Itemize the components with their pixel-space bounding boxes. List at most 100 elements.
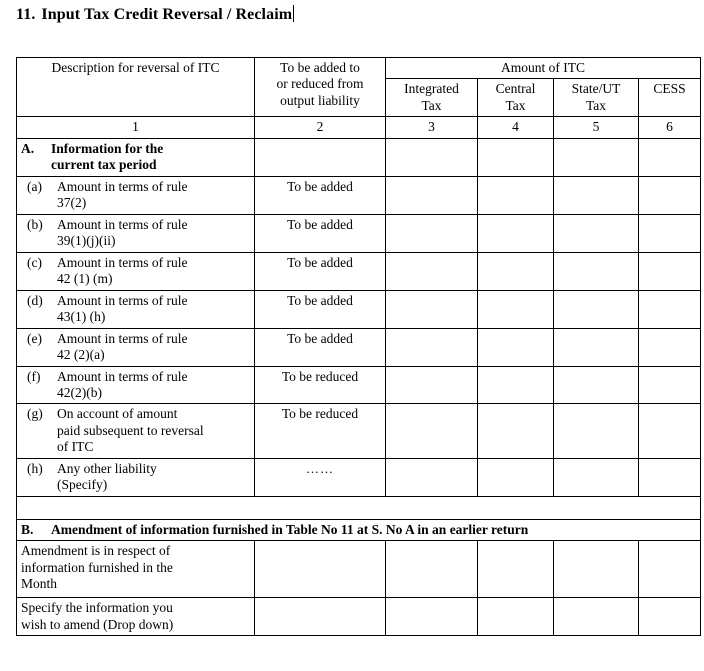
- row-e-cess[interactable]: [638, 327, 701, 367]
- header-cess: CESS: [638, 78, 701, 118]
- header-integrated-tax: Integrated Tax: [385, 78, 478, 118]
- row-h-liability: ……: [254, 457, 386, 497]
- column-number-2: 2: [254, 116, 386, 139]
- row-specify-cess[interactable]: [638, 597, 701, 637]
- row-f-text: Amount in terms of rule 42(2)(b): [57, 368, 188, 400]
- row-d-liability: To be added: [254, 289, 386, 329]
- row-c-description: (c) Amount in terms of rule 42 (1) (m): [16, 251, 255, 291]
- table-row: (e) Amount in terms of rule 42 (2)(a) To …: [16, 327, 701, 367]
- row-h-central[interactable]: [477, 457, 554, 497]
- row-f-integrated[interactable]: [385, 365, 478, 405]
- header-liability: To be added to or reduced from output li…: [254, 56, 386, 118]
- row-a-state[interactable]: [553, 175, 639, 215]
- row-a-liability: To be added: [254, 175, 386, 215]
- page-title-number: 11.: [16, 6, 36, 23]
- row-h-description: (h) Any other liability (Specify): [16, 457, 255, 497]
- row-c-cess[interactable]: [638, 251, 701, 291]
- column-number-1: 1: [16, 116, 255, 139]
- row-b-text: Amount in terms of rule 39(1)(j)(ii): [57, 216, 188, 249]
- row-g-mark: (g): [27, 406, 43, 422]
- section-a-integrated-cell[interactable]: [385, 137, 478, 177]
- itc-reversal-table: Description for reversal of ITC To be ad…: [16, 56, 701, 637]
- row-specify-state[interactable]: [553, 597, 639, 637]
- row-b-cess[interactable]: [638, 213, 701, 253]
- section-a-cess-cell[interactable]: [638, 137, 701, 177]
- row-h-text: Any other liability (Specify): [57, 460, 157, 493]
- table-row: (d) Amount in terms of rule 43(1) (h) To …: [16, 289, 701, 329]
- row-month-central[interactable]: [477, 540, 554, 599]
- row-month-description: Amendment is in respect of information f…: [16, 540, 255, 599]
- section-a-liability-cell[interactable]: [254, 137, 386, 177]
- column-number-3: 3: [385, 116, 478, 139]
- row-d-cess[interactable]: [638, 289, 701, 329]
- row-d-central[interactable]: [477, 289, 554, 329]
- table-row: (a) Amount in terms of rule 37(2) To be a…: [16, 175, 701, 215]
- table-row: (h) Any other liability (Specify) ……: [16, 457, 701, 497]
- row-a-central[interactable]: [477, 175, 554, 215]
- row-specify-integrated[interactable]: [385, 597, 478, 637]
- row-h-state[interactable]: [553, 457, 639, 497]
- row-e-text: Amount in terms of rule 42 (2)(a): [57, 330, 188, 363]
- row-month-cess[interactable]: [638, 540, 701, 599]
- page-title: 11. Input Tax Credit Reversal / Reclaim: [16, 5, 295, 24]
- row-c-state[interactable]: [553, 251, 639, 291]
- section-a-central-cell[interactable]: [477, 137, 554, 177]
- section-a-heading: A. Information for the current tax period: [16, 137, 255, 177]
- row-specify-central[interactable]: [477, 597, 554, 637]
- row-month-integrated[interactable]: [385, 540, 478, 599]
- section-a-label: A.: [21, 140, 35, 156]
- row-specify-dropdown-cell[interactable]: [254, 597, 386, 637]
- table-row: (b) Amount in terms of rule 39(1)(j)(ii) …: [16, 213, 701, 253]
- section-a-state-cell[interactable]: [553, 137, 639, 177]
- spacer-row: [16, 495, 701, 520]
- month-box-grid: [259, 543, 381, 595]
- row-c-integrated[interactable]: [385, 251, 478, 291]
- row-d-state[interactable]: [553, 289, 639, 329]
- row-b-central[interactable]: [477, 213, 554, 253]
- column-number-5: 5: [553, 116, 639, 139]
- column-number-6: 6: [638, 116, 701, 139]
- row-d-mark: (d): [27, 292, 43, 308]
- row-g-cess[interactable]: [638, 403, 701, 459]
- row-g-state[interactable]: [553, 403, 639, 459]
- row-d-description: (d) Amount in terms of rule 43(1) (h): [16, 289, 255, 329]
- section-a-heading-row: A. Information for the current tax period: [16, 137, 701, 177]
- row-g-integrated[interactable]: [385, 403, 478, 459]
- row-e-state[interactable]: [553, 327, 639, 367]
- row-b-integrated[interactable]: [385, 213, 478, 253]
- row-f-cess[interactable]: [638, 365, 701, 405]
- row-h-integrated[interactable]: [385, 457, 478, 497]
- row-b-mark: (b): [27, 216, 43, 232]
- section-b-heading: B. Amendment of information furnished in …: [16, 518, 701, 542]
- row-e-integrated[interactable]: [385, 327, 478, 367]
- row-h-mark: (h): [27, 460, 43, 476]
- page-title-text: Input Tax Credit Reversal / Reclaim: [41, 6, 293, 23]
- row-a-cess[interactable]: [638, 175, 701, 215]
- row-f-central[interactable]: [477, 365, 554, 405]
- row-b-state[interactable]: [553, 213, 639, 253]
- row-e-central[interactable]: [477, 327, 554, 367]
- row-c-mark: (c): [27, 254, 42, 270]
- month-input-boxes[interactable]: [254, 540, 386, 599]
- row-b-description: (b) Amount in terms of rule 39(1)(j)(ii): [16, 213, 255, 253]
- row-f-state[interactable]: [553, 365, 639, 405]
- row-a-integrated[interactable]: [385, 175, 478, 215]
- row-b-liability: To be added: [254, 213, 386, 253]
- row-d-integrated[interactable]: [385, 289, 478, 329]
- row-specify-description: Specify the information you wish to amen…: [16, 597, 255, 637]
- row-a-description: (a) Amount in terms of rule 37(2): [16, 175, 255, 215]
- table-row: Amendment is in respect of information f…: [16, 540, 701, 599]
- document-page: 11. Input Tax Credit Reversal / Reclaim D…: [0, 0, 704, 671]
- header-amount-of-itc: Amount of ITC: [385, 56, 701, 80]
- column-number-4: 4: [477, 116, 554, 139]
- spacer-cell: [16, 495, 701, 520]
- row-h-cess[interactable]: [638, 457, 701, 497]
- table-row: (c) Amount in terms of rule 42 (1) (m) To…: [16, 251, 701, 291]
- row-f-description: (f) Amount in terms of rule 42(2)(b): [16, 365, 255, 405]
- header-description: Description for reversal of ITC: [16, 56, 255, 118]
- row-month-state[interactable]: [553, 540, 639, 599]
- row-c-central[interactable]: [477, 251, 554, 291]
- section-b-label: B.: [21, 521, 34, 537]
- row-g-central[interactable]: [477, 403, 554, 459]
- row-d-text: Amount in terms of rule 43(1) (h): [57, 292, 188, 325]
